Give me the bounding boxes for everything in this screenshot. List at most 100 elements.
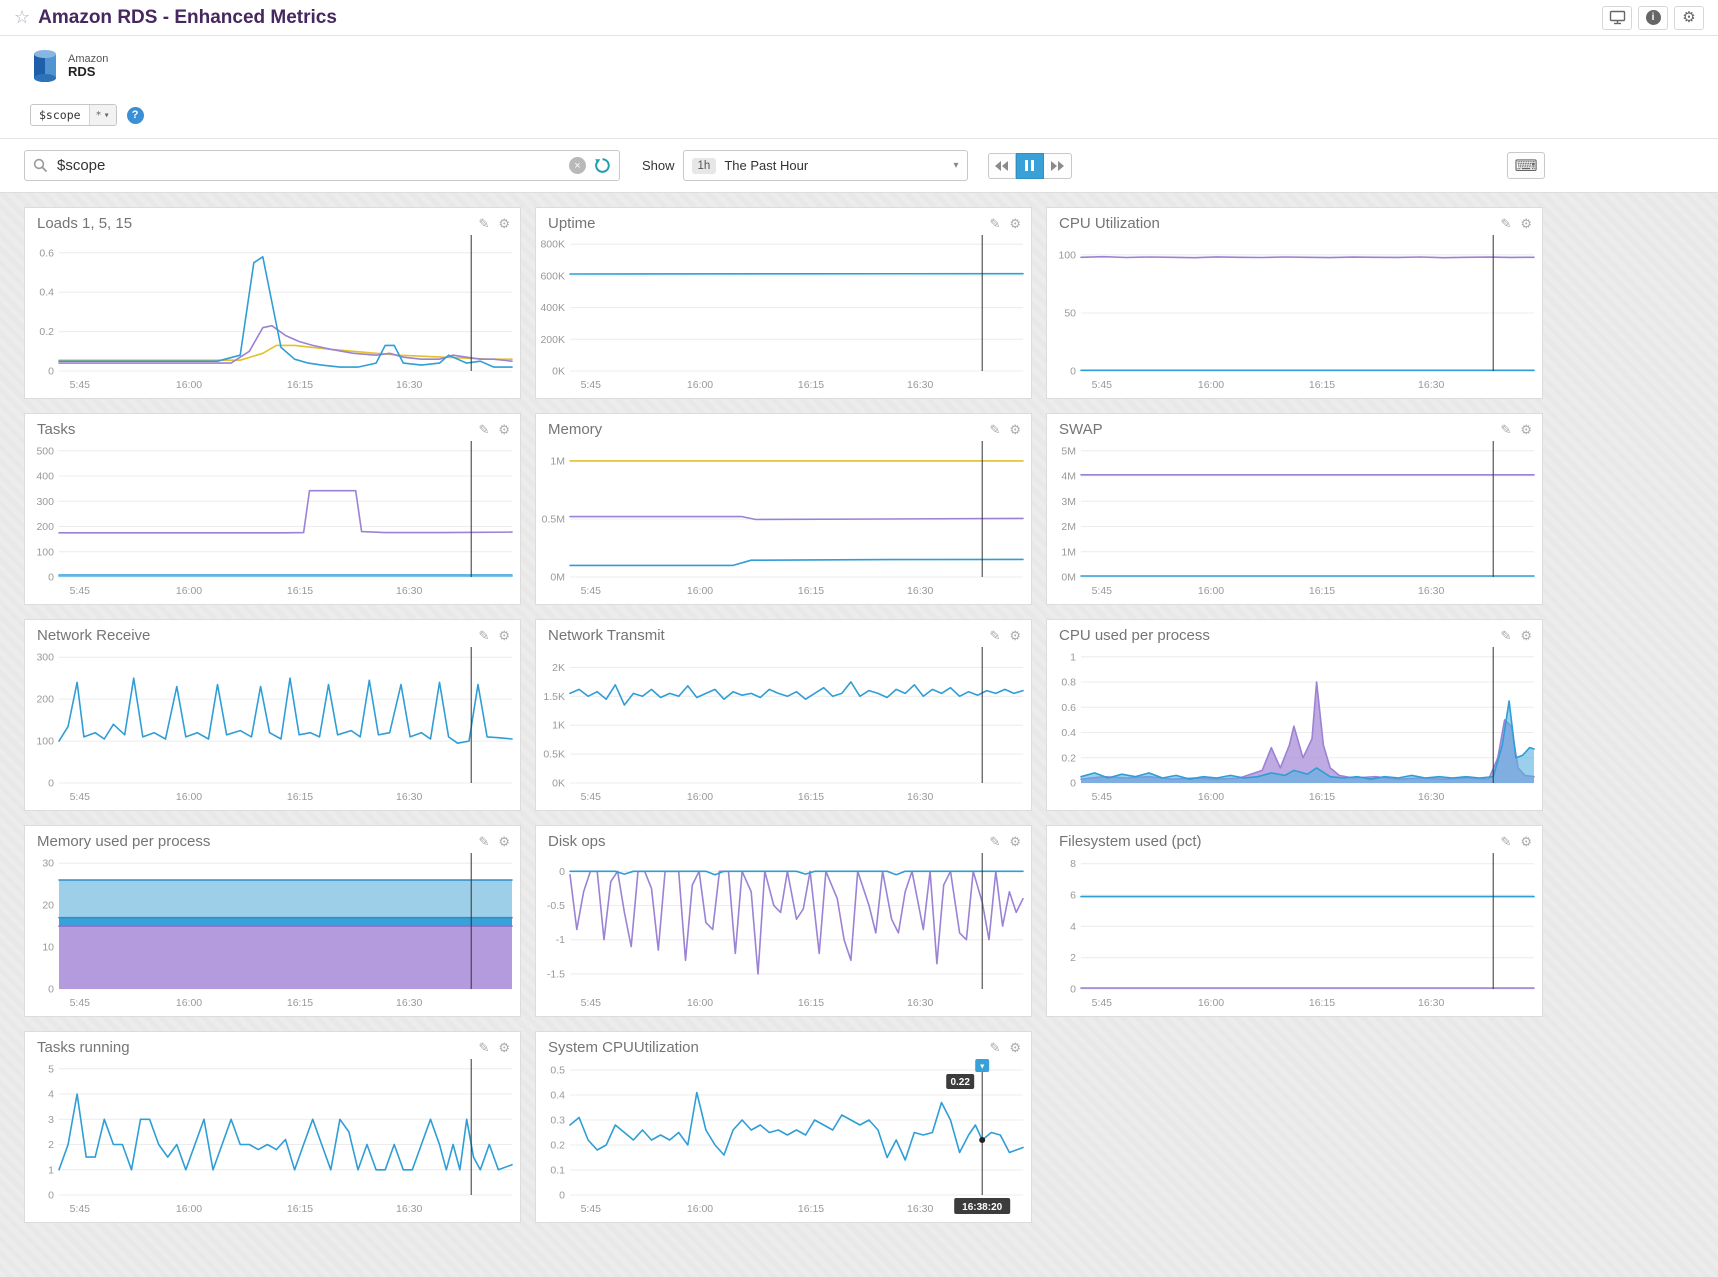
keyboard-shortcuts-button[interactable]: ⌨ xyxy=(1507,152,1545,179)
chart-settings-icon[interactable]: ⚙ xyxy=(498,1041,510,1054)
svg-text:0: 0 xyxy=(48,572,54,584)
svg-text:10: 10 xyxy=(42,942,54,954)
edit-chart-icon[interactable]: ✎ xyxy=(989,835,1000,848)
svg-text:1: 1 xyxy=(1070,651,1076,663)
svg-text:16:30: 16:30 xyxy=(396,379,422,391)
pause-icon xyxy=(1025,160,1034,171)
edit-chart-icon[interactable]: ✎ xyxy=(478,1041,489,1054)
playback-controls xyxy=(988,153,1072,179)
svg-text:30: 30 xyxy=(42,858,54,870)
refresh-icon[interactable] xyxy=(594,157,611,174)
edit-chart-icon[interactable]: ✎ xyxy=(1500,629,1511,642)
chart-plot[interactable]: 0M1M2M3M4M5M5:4516:0016:1516:30 xyxy=(1047,439,1542,599)
chart-card-header: System CPUUtilization✎⚙ xyxy=(536,1032,1031,1057)
chart-plot[interactable]: 0501005:4516:0016:1516:30 xyxy=(1047,233,1542,393)
chart-plot[interactable]: 01002003005:4516:0016:1516:30 xyxy=(25,645,520,805)
chart-tools: ✎⚙ xyxy=(478,1041,510,1054)
edit-chart-icon[interactable]: ✎ xyxy=(1500,217,1511,230)
chart-plot[interactable]: 01020305:4516:0016:1516:30 xyxy=(25,851,520,1011)
favorite-star-icon[interactable]: ☆ xyxy=(14,7,30,28)
chart-title: Uptime xyxy=(548,215,989,232)
chart-plot[interactable]: 01002003004005005:4516:0016:1516:30 xyxy=(25,439,520,599)
scope-search-box[interactable]: × xyxy=(24,150,620,181)
svg-text:16:30: 16:30 xyxy=(907,379,933,391)
chart-plot[interactable]: 00.10.20.30.40.55:4516:0016:1516:30▼0.22… xyxy=(536,1057,1031,1217)
chart-settings-icon[interactable]: ⚙ xyxy=(498,423,510,436)
chart-title: CPU used per process xyxy=(1059,627,1500,644)
edit-chart-icon[interactable]: ✎ xyxy=(989,217,1000,230)
chart-settings-icon[interactable]: ⚙ xyxy=(498,629,510,642)
clear-search-icon[interactable]: × xyxy=(569,157,586,174)
search-input[interactable] xyxy=(55,156,569,175)
edit-chart-icon[interactable]: ✎ xyxy=(989,1041,1000,1054)
step-forward-button[interactable] xyxy=(1044,153,1072,179)
chart-title: Memory xyxy=(548,421,989,438)
svg-text:5:45: 5:45 xyxy=(581,791,602,803)
chart-plot[interactable]: 024685:4516:0016:1516:30 xyxy=(1047,851,1542,1011)
svg-text:16:15: 16:15 xyxy=(798,997,824,1009)
chart-settings-icon[interactable]: ⚙ xyxy=(1520,423,1532,436)
chart-settings-icon[interactable]: ⚙ xyxy=(498,835,510,848)
chart-settings-icon[interactable]: ⚙ xyxy=(498,217,510,230)
chart-title: Filesystem used (pct) xyxy=(1059,833,1500,850)
chart-card-header: Network Receive✎⚙ xyxy=(25,620,520,645)
toolbar-band: × Show 1h The Past Hour ▾ xyxy=(0,138,1718,193)
scope-variable-chip[interactable]: $scope * ▾ xyxy=(30,104,117,126)
svg-text:1.5K: 1.5K xyxy=(543,691,565,703)
time-range-select[interactable]: 1h The Past Hour ▾ xyxy=(683,150,968,181)
svg-text:1: 1 xyxy=(48,1164,54,1176)
chart-plot[interactable]: 0K200K400K600K800K5:4516:0016:1516:30 xyxy=(536,233,1031,393)
display-mode-button[interactable] xyxy=(1602,6,1632,30)
chart-plot[interactable]: 00.20.40.65:4516:0016:1516:30 xyxy=(25,233,520,393)
svg-text:1K: 1K xyxy=(552,720,565,732)
edit-chart-icon[interactable]: ✎ xyxy=(478,835,489,848)
edit-chart-icon[interactable]: ✎ xyxy=(989,629,1000,642)
step-back-button[interactable] xyxy=(988,153,1016,179)
help-icon[interactable]: ? xyxy=(127,107,144,124)
edit-chart-icon[interactable]: ✎ xyxy=(1500,423,1511,436)
svg-text:1M: 1M xyxy=(1061,546,1076,558)
edit-chart-icon[interactable]: ✎ xyxy=(478,629,489,642)
gear-icon: ⚙ xyxy=(1682,10,1695,25)
svg-text:16:15: 16:15 xyxy=(1309,585,1335,597)
svg-text:16:00: 16:00 xyxy=(1198,997,1224,1009)
chart-title: Tasks running xyxy=(37,1039,478,1056)
dashboard-settings-button[interactable]: ⚙ xyxy=(1674,6,1704,30)
svg-text:16:00: 16:00 xyxy=(176,379,202,391)
chart-settings-icon[interactable]: ⚙ xyxy=(1009,835,1021,848)
svg-text:-1.5: -1.5 xyxy=(547,968,565,980)
svg-text:200: 200 xyxy=(36,694,54,706)
svg-text:100: 100 xyxy=(36,736,54,748)
edit-chart-icon[interactable]: ✎ xyxy=(1500,835,1511,848)
svg-text:20: 20 xyxy=(42,900,54,912)
info-button[interactable]: i xyxy=(1638,6,1668,30)
chart-settings-icon[interactable]: ⚙ xyxy=(1009,1041,1021,1054)
chart-settings-icon[interactable]: ⚙ xyxy=(1009,423,1021,436)
chart-settings-icon[interactable]: ⚙ xyxy=(1009,217,1021,230)
edit-chart-icon[interactable]: ✎ xyxy=(478,423,489,436)
chart-settings-icon[interactable]: ⚙ xyxy=(1009,629,1021,642)
svg-text:16:30: 16:30 xyxy=(1418,791,1444,803)
chart-settings-icon[interactable]: ⚙ xyxy=(1520,629,1532,642)
chart-plot[interactable]: 0M0.5M1M5:4516:0016:1516:30 xyxy=(536,439,1031,599)
info-icon: i xyxy=(1646,10,1661,25)
chart-plot[interactable]: 00.20.40.60.815:4516:0016:1516:30 xyxy=(1047,645,1542,805)
pause-button[interactable] xyxy=(1016,153,1044,179)
svg-text:16:00: 16:00 xyxy=(176,1203,202,1215)
chart-plot[interactable]: 0K0.5K1K1.5K2K5:4516:0016:1516:30 xyxy=(536,645,1031,805)
chart-plot[interactable]: 0123455:4516:0016:1516:30 xyxy=(25,1057,520,1217)
svg-text:0: 0 xyxy=(48,1190,54,1202)
scope-modifier[interactable]: * ▾ xyxy=(89,105,116,125)
chevron-down-icon: ▾ xyxy=(954,160,959,171)
edit-chart-icon[interactable]: ✎ xyxy=(478,217,489,230)
chart-card-header: Disk ops✎⚙ xyxy=(536,826,1031,851)
svg-text:16:30: 16:30 xyxy=(396,997,422,1009)
search-icon xyxy=(33,158,48,173)
chart-settings-icon[interactable]: ⚙ xyxy=(1520,217,1532,230)
svg-text:16:30: 16:30 xyxy=(1418,379,1444,391)
chart-plot[interactable]: 0-0.5-1-1.55:4516:0016:1516:30 xyxy=(536,851,1031,1011)
chart-settings-icon[interactable]: ⚙ xyxy=(1520,835,1532,848)
edit-chart-icon[interactable]: ✎ xyxy=(989,423,1000,436)
scope-modifier-value: * xyxy=(96,110,102,121)
svg-text:16:15: 16:15 xyxy=(287,585,313,597)
